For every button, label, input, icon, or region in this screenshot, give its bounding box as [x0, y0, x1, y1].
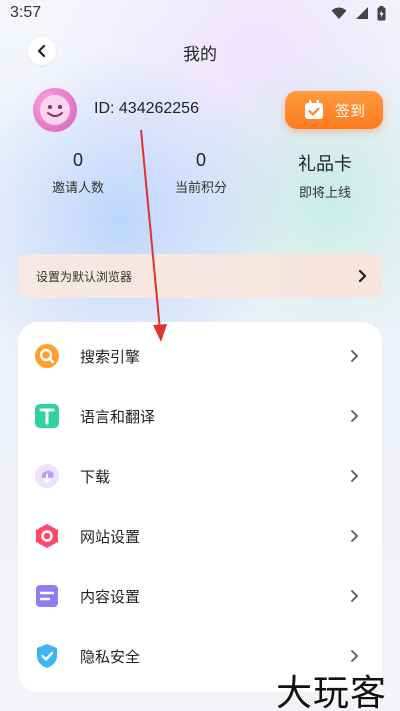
calendar-check-icon: [304, 100, 323, 119]
page-header: 我的: [0, 34, 400, 68]
menu-item-content-settings[interactable]: 内容设置: [18, 566, 382, 626]
chevron-right-icon: [351, 530, 358, 542]
stat-gift-card[interactable]: 礼品卡 即将上线: [270, 150, 380, 201]
download-icon: [34, 463, 60, 489]
chevron-right-icon: [351, 410, 358, 422]
checkin-button[interactable]: 签到: [285, 91, 383, 129]
status-icons: [331, 5, 386, 21]
search-engine-icon: [34, 343, 60, 369]
user-id: ID: 434262256: [94, 100, 199, 117]
chevron-right-icon: [351, 470, 358, 482]
set-default-browser-label: 设置为默认浏览器: [36, 269, 133, 284]
menu-item-website-settings[interactable]: 网站设置: [18, 506, 382, 566]
menu-item-label: 下载: [80, 467, 111, 486]
checkin-label: 签到: [334, 101, 365, 120]
status-time: 3:57: [10, 4, 42, 21]
menu-item-language-translation[interactable]: 语言和翻译: [18, 386, 382, 446]
menu-item-download[interactable]: 下载: [18, 446, 382, 506]
smiley-face-icon: [40, 95, 70, 125]
menu-item-search-engine[interactable]: 搜索引擎: [18, 326, 382, 386]
menu-item-label: 语言和翻译: [80, 407, 156, 426]
content-settings-icon: [34, 583, 60, 609]
avatar[interactable]: [33, 88, 77, 132]
menu-item-label: 隐私安全: [80, 647, 141, 666]
translate-icon: [34, 403, 60, 429]
stat-value: 0: [195, 150, 206, 170]
menu-item-label: 搜索引擎: [80, 347, 141, 366]
stat-invites[interactable]: 0 邀请人数: [23, 150, 133, 196]
stat-label: 当前积分: [174, 181, 227, 196]
watermark-logo: 大玩客: [276, 673, 388, 711]
website-settings-icon: [34, 523, 60, 549]
chevron-right-icon: [351, 650, 358, 662]
status-bar: 3:57: [0, 0, 400, 26]
stat-label: 即将上线: [298, 186, 351, 201]
battery-icon: [377, 5, 386, 20]
stat-label: 邀请人数: [51, 181, 104, 196]
menu-item-label: 内容设置: [80, 587, 141, 606]
set-default-browser-banner[interactable]: 设置为默认浏览器: [18, 254, 382, 298]
chevron-right-icon: [351, 590, 358, 602]
stat-value: 0: [72, 150, 83, 170]
page-title: 我的: [183, 45, 217, 65]
settings-menu: 搜索引擎 语言和翻译 下载 网站设置 内容设置 隐私安全: [18, 322, 382, 692]
privacy-shield-icon: [34, 643, 60, 669]
chevron-right-icon: [351, 350, 358, 362]
chevron-right-icon: [358, 270, 366, 282]
signal-icon: [356, 7, 368, 19]
stats-row: 0 邀请人数 0 当前积分 礼品卡 即将上线: [0, 150, 400, 201]
menu-item-label: 网站设置: [80, 527, 141, 546]
stat-points[interactable]: 0 当前积分: [146, 150, 256, 196]
stat-value: 礼品卡: [298, 154, 352, 174]
wifi-icon: [331, 7, 347, 19]
